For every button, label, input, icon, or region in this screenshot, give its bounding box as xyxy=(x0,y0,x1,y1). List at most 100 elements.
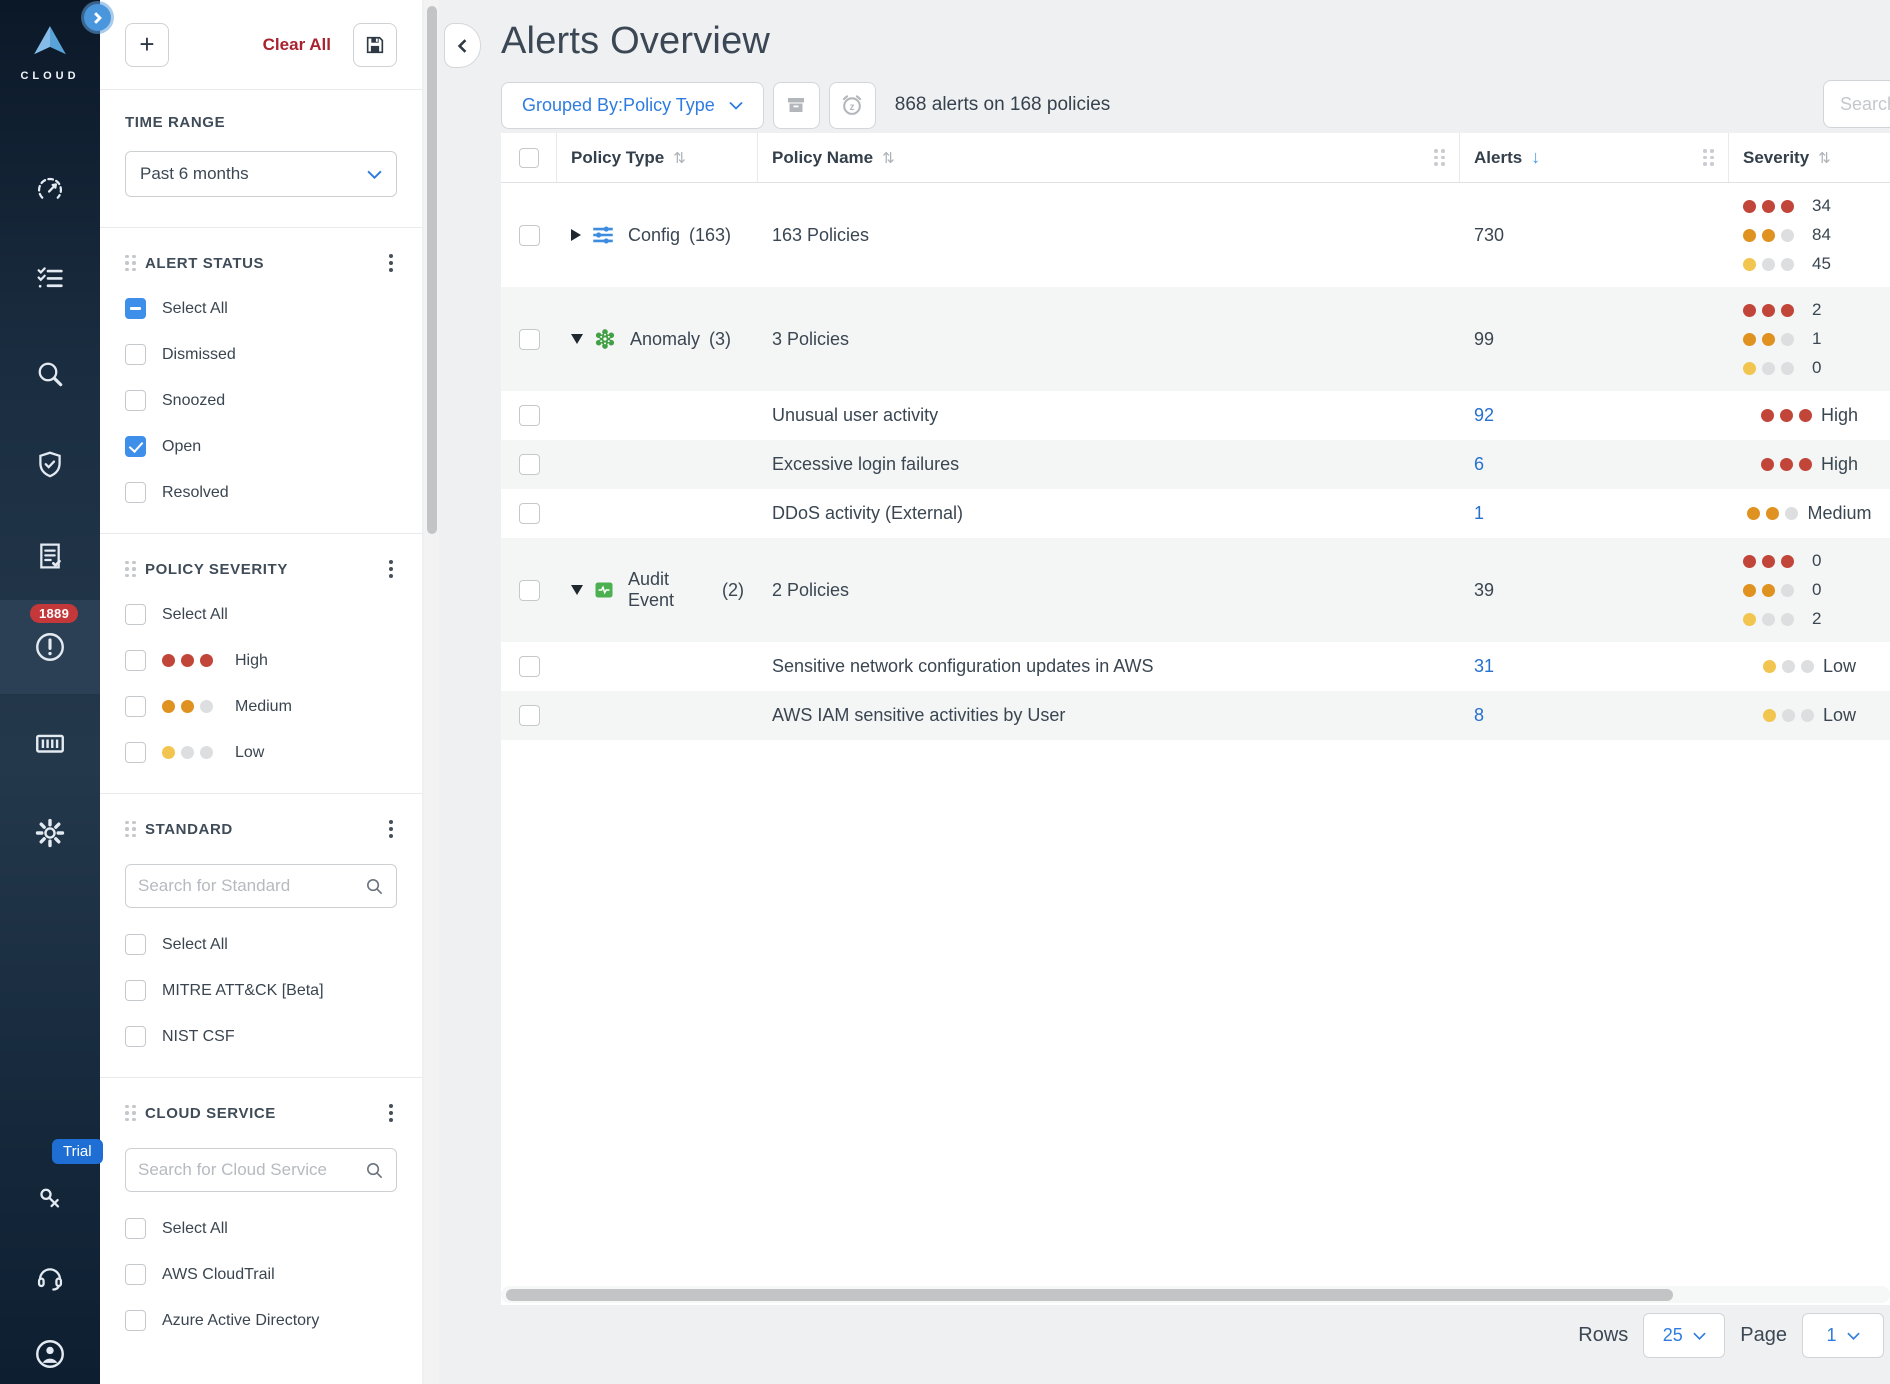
snooze-alerts-button[interactable]: z xyxy=(829,82,876,129)
rows-per-page-select[interactable]: 25 xyxy=(1643,1313,1725,1358)
checkbox[interactable] xyxy=(125,650,146,671)
sidebar-expand-toggle[interactable] xyxy=(84,4,111,31)
alert-status-option-select-all[interactable]: Select All xyxy=(125,298,397,319)
alerts-search-input[interactable] xyxy=(1840,94,1890,115)
sidebar-item-profile[interactable] xyxy=(0,1318,100,1384)
expand-caret-icon[interactable] xyxy=(571,229,581,241)
sidebar-item-alerts[interactable]: 1889 xyxy=(0,600,100,694)
checkbox[interactable] xyxy=(125,696,146,717)
drag-handle-icon[interactable] xyxy=(125,255,136,272)
table-row-policy[interactable]: Excessive login failures 6 High xyxy=(501,440,1890,489)
section-menu-icon[interactable] xyxy=(385,558,397,580)
row-checkbox[interactable] xyxy=(519,503,540,524)
sidebar-item-policies[interactable] xyxy=(0,429,100,501)
column-alerts[interactable]: Alerts ↓ xyxy=(1460,133,1729,182)
row-checkbox[interactable] xyxy=(519,454,540,475)
cloud-service-search[interactable] xyxy=(125,1148,397,1192)
column-grip-icon[interactable] xyxy=(1703,149,1714,166)
checkbox[interactable] xyxy=(125,1310,146,1331)
alert-status-option-open[interactable]: Open xyxy=(125,436,397,457)
checkbox[interactable] xyxy=(125,604,146,625)
sort-icon[interactable]: ⇅ xyxy=(882,149,895,167)
checkbox-checked[interactable] xyxy=(125,436,146,457)
checkbox[interactable] xyxy=(125,934,146,955)
alerts-count-link[interactable]: 31 xyxy=(1474,656,1494,676)
cloud-service-option-azure-ad[interactable]: Azure Active Directory xyxy=(125,1310,397,1331)
sidebar-item-settings[interactable] xyxy=(0,797,100,869)
section-menu-icon[interactable] xyxy=(385,252,397,274)
clear-all-button[interactable]: Clear All xyxy=(263,35,331,55)
sidebar-item-support[interactable] xyxy=(0,1242,100,1314)
severity-option-medium[interactable]: Medium xyxy=(125,696,397,717)
scrollbar-thumb[interactable] xyxy=(427,6,437,534)
checkbox[interactable] xyxy=(125,1218,146,1239)
sidebar-item-dashboard[interactable] xyxy=(0,153,100,225)
drag-handle-icon[interactable] xyxy=(125,821,136,838)
cloud-service-option-select-all[interactable]: Select All xyxy=(125,1218,397,1239)
alerts-count-link[interactable]: 92 xyxy=(1474,405,1494,425)
dismiss-alerts-button[interactable] xyxy=(773,82,820,129)
checkbox[interactable] xyxy=(125,1026,146,1047)
table-row-policy[interactable]: DDoS activity (External) 1 Medium xyxy=(501,489,1890,538)
row-checkbox[interactable] xyxy=(519,656,540,677)
table-row-group-anomaly[interactable]: Anomaly (3) 3 Policies 99 2 1 0 xyxy=(501,287,1890,391)
alert-status-option-resolved[interactable]: Resolved xyxy=(125,482,397,503)
alert-status-option-snoozed[interactable]: Snoozed xyxy=(125,390,397,411)
table-horizontal-scrollbar[interactable] xyxy=(501,1286,1890,1303)
table-row-policy[interactable]: Unusual user activity 92 High xyxy=(501,391,1890,440)
section-menu-icon[interactable] xyxy=(385,1102,397,1124)
save-filter-button[interactable] xyxy=(353,23,397,67)
select-all-checkbox[interactable] xyxy=(519,148,539,168)
alerts-count-link[interactable]: 8 xyxy=(1474,705,1484,725)
checkbox[interactable] xyxy=(125,980,146,1001)
alerts-search[interactable] xyxy=(1823,80,1890,128)
severity-option-low[interactable]: Low xyxy=(125,742,397,763)
add-filter-button[interactable]: + xyxy=(125,23,169,67)
sidebar-item-access-keys[interactable]: Trial xyxy=(0,1163,100,1235)
checkbox[interactable] xyxy=(125,390,146,411)
checkbox[interactable] xyxy=(125,344,146,365)
page-select[interactable]: 1 xyxy=(1802,1313,1884,1358)
table-row-policy[interactable]: AWS IAM sensitive activities by User 8 L… xyxy=(501,691,1890,740)
standard-option-nist[interactable]: NIST CSF xyxy=(125,1026,397,1047)
table-row-policy[interactable]: Sensitive network configuration updates … xyxy=(501,642,1890,691)
drag-handle-icon[interactable] xyxy=(125,1105,136,1122)
section-menu-icon[interactable] xyxy=(385,818,397,840)
checkbox[interactable] xyxy=(125,482,146,503)
drag-handle-icon[interactable] xyxy=(125,561,136,578)
severity-option-select-all[interactable]: Select All xyxy=(125,604,397,625)
table-row-group-audit-event[interactable]: Audit Event (2) 2 Policies 39 0 0 2 xyxy=(501,538,1890,642)
standard-option-mitre[interactable]: MITRE ATT&CK [Beta] xyxy=(125,980,397,1001)
standard-search[interactable] xyxy=(125,864,397,908)
checkbox[interactable] xyxy=(125,1264,146,1285)
scrollbar-thumb[interactable] xyxy=(506,1289,1673,1301)
cloud-service-option-cloudtrail[interactable]: AWS CloudTrail xyxy=(125,1264,397,1285)
filter-panel-scrollbar[interactable] xyxy=(424,0,439,1384)
row-checkbox[interactable] xyxy=(519,705,540,726)
row-checkbox[interactable] xyxy=(519,329,540,350)
sort-desc-icon[interactable]: ↓ xyxy=(1531,147,1540,168)
collapse-filters-button[interactable] xyxy=(444,23,481,68)
sidebar-item-compute[interactable] xyxy=(0,707,100,779)
column-grip-icon[interactable] xyxy=(1434,149,1445,166)
checkbox-indeterminate[interactable] xyxy=(125,298,146,319)
sidebar-item-inventory[interactable] xyxy=(0,242,100,314)
alerts-count-link[interactable]: 1 xyxy=(1474,503,1484,523)
time-range-select[interactable]: Past 6 months xyxy=(125,151,397,197)
alerts-count-link[interactable]: 6 xyxy=(1474,454,1484,474)
sidebar-item-investigate[interactable] xyxy=(0,338,100,410)
row-checkbox[interactable] xyxy=(519,580,540,601)
column-severity[interactable]: Severity ⇅ xyxy=(1729,133,1890,182)
column-policy-name[interactable]: Policy Name ⇅ xyxy=(758,133,1460,182)
row-checkbox[interactable] xyxy=(519,405,540,426)
table-row-group-config[interactable]: Config (163) 163 Policies 730 34 84 45 xyxy=(501,183,1890,287)
sort-icon[interactable]: ⇅ xyxy=(673,149,686,167)
sort-icon[interactable]: ⇅ xyxy=(1818,149,1831,167)
standard-option-select-all[interactable]: Select All xyxy=(125,934,397,955)
severity-option-high[interactable]: High xyxy=(125,650,397,671)
sidebar-item-compliance[interactable] xyxy=(0,520,100,592)
collapse-caret-icon[interactable] xyxy=(571,585,583,595)
alert-status-option-dismissed[interactable]: Dismissed xyxy=(125,344,397,365)
standard-search-input[interactable] xyxy=(138,876,365,896)
row-checkbox[interactable] xyxy=(519,225,540,246)
